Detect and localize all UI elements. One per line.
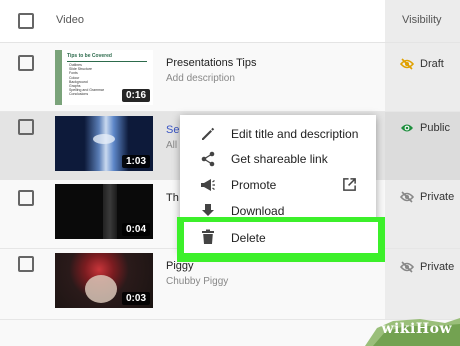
piggy-shape [85, 275, 117, 303]
duration-badge: 0:04 [121, 223, 150, 236]
table-row: Tips to be Covered Outlines Slide Struct… [0, 43, 460, 112]
video-thumbnail[interactable]: 1:03 [55, 116, 153, 171]
menu-item-label: Download [231, 204, 285, 218]
duration-badge: 1:03 [121, 155, 150, 168]
watermark-text: wikiHow [381, 321, 452, 337]
external-link-icon [343, 178, 356, 191]
visibility-label: Private [420, 261, 455, 273]
cloud-shape [93, 134, 115, 144]
menu-item-label: Delete [231, 231, 266, 245]
private-eye-off-icon [400, 191, 414, 203]
private-eye-off-icon [400, 261, 414, 273]
share-icon [201, 151, 215, 167]
visibility-cell-bg [385, 43, 460, 111]
public-eye-icon [401, 124, 413, 132]
video-thumbnail[interactable]: 0:03 [55, 253, 153, 308]
menu-item-promote[interactable]: Promote [180, 173, 376, 197]
visibility-dropdown[interactable]: Draft [400, 58, 444, 70]
wikihow-watermark: wikiHow [365, 306, 460, 346]
video-description[interactable]: Chubby Piggy [166, 276, 228, 287]
duration-badge: 0:16 [121, 89, 150, 102]
row-checkbox[interactable] [18, 256, 34, 272]
slide-bullets: Outlines Slide Structure Fonts Colour Ba… [69, 63, 104, 97]
slide-bullet: Conclusions [69, 92, 89, 97]
menu-item-label: Get shareable link [231, 152, 328, 166]
visibility-label: Private [420, 191, 455, 203]
video-description[interactable]: Add description [166, 73, 235, 84]
menu-item-label: Edit title and description [231, 127, 359, 141]
video-title[interactable]: Se [166, 124, 179, 136]
menu-item-delete[interactable]: Delete [184, 222, 378, 253]
duration-badge: 0:03 [121, 292, 150, 305]
visibility-column-header: Visibility [402, 14, 442, 26]
visibility-dropdown[interactable]: Public [400, 122, 450, 134]
trash-icon [202, 229, 214, 244]
door-frame [103, 184, 117, 239]
visibility-label: Public [420, 122, 450, 134]
pencil-icon [202, 127, 215, 140]
megaphone-icon [201, 179, 215, 191]
slide-title: Tips to be Covered [67, 53, 112, 59]
slide-accent-bar [55, 50, 62, 105]
video-thumbnail[interactable]: Tips to be Covered Outlines Slide Struct… [55, 50, 153, 105]
row-checkbox[interactable] [18, 190, 34, 206]
menu-item-label: Promote [231, 178, 277, 192]
video-description[interactable]: All [166, 140, 177, 151]
visibility-dropdown[interactable]: Private [400, 261, 454, 273]
video-column-header: Video [56, 14, 84, 26]
menu-item-edit[interactable]: Edit title and description [180, 122, 376, 146]
row-checkbox[interactable] [18, 119, 34, 135]
menu-item-share[interactable]: Get shareable link [180, 147, 376, 171]
table-header: Video Visibility [0, 0, 460, 43]
select-all-checkbox[interactable] [18, 13, 34, 29]
row-checkbox[interactable] [18, 55, 34, 71]
visibility-dropdown[interactable]: Private [400, 191, 454, 203]
visibility-label: Draft [420, 58, 444, 70]
draft-eye-off-icon [400, 58, 414, 70]
video-thumbnail[interactable]: 0:04 [55, 184, 153, 239]
video-title[interactable]: Th [166, 192, 179, 204]
video-title[interactable]: Presentations Tips [166, 57, 257, 69]
slide-rule [67, 61, 147, 62]
